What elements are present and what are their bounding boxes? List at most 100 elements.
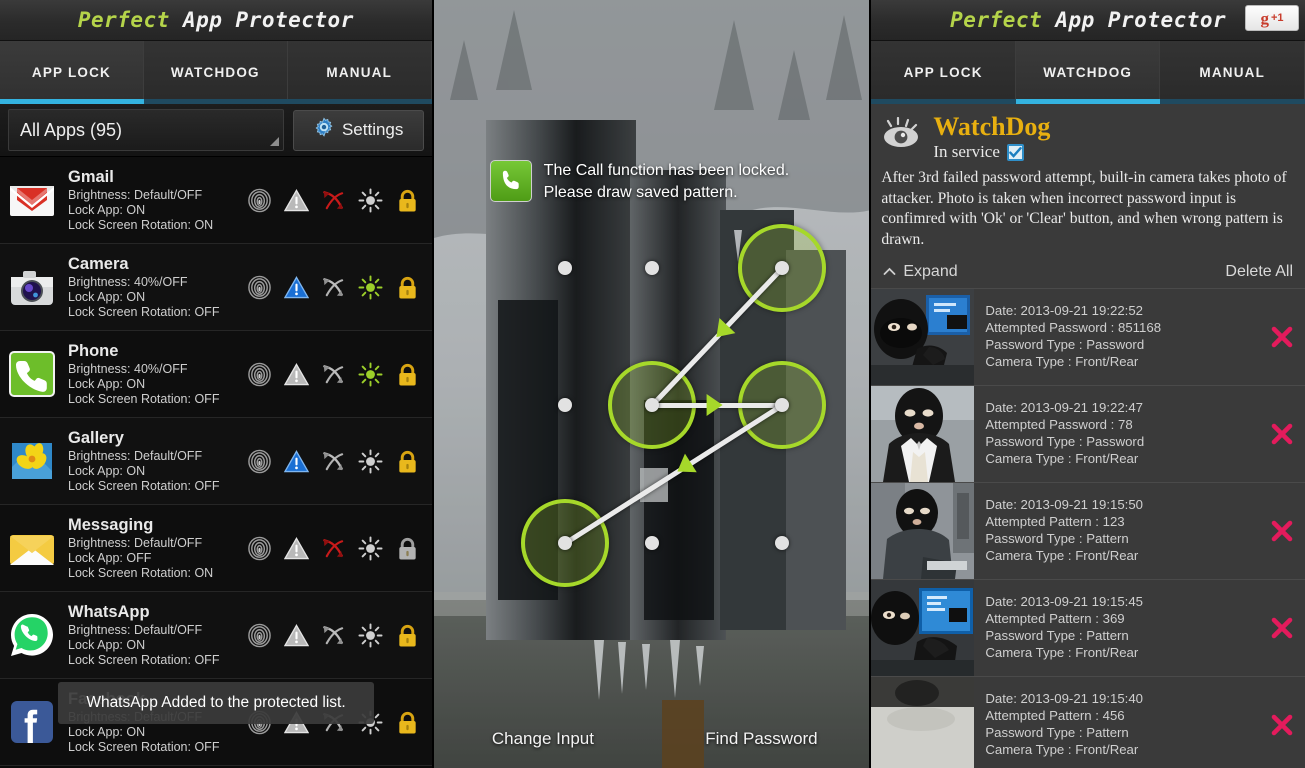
intruder-photo-thumbnail[interactable]: [871, 580, 975, 676]
fingerprint-toggle[interactable]: [247, 536, 272, 561]
app-list-row[interactable]: Gallery Brightness: Default/OFF Lock App…: [0, 418, 432, 505]
fingerprint-toggle[interactable]: [247, 623, 272, 648]
change-input-label: Change Input: [491, 729, 594, 748]
log-camera-type: Camera Type : Front/Rear: [985, 353, 1139, 369]
filter-bar: All Apps (95) Settings: [0, 104, 432, 157]
pattern-node[interactable]: [557, 398, 572, 412]
google-plus-one-button[interactable]: g +1: [1245, 5, 1300, 31]
watchdog-log-row[interactable]: Date: 2013-09-21 19:22:47 Attempted Pass…: [871, 385, 1305, 482]
watchdog-log-row[interactable]: Date: 2013-09-21 19:15:40 Attempted Patt…: [871, 676, 1305, 768]
watchdog-log-list[interactable]: Date: 2013-09-21 19:22:52 Attempted Pass…: [871, 288, 1305, 768]
expand-button[interactable]: Expand: [883, 263, 958, 281]
find-password-button[interactable]: Find Password: [652, 710, 869, 768]
brightness-toggle[interactable]: [358, 535, 383, 561]
watchdog-log-meta: Date: 2013-09-21 19:22:52 Attempted Pass…: [974, 303, 1269, 370]
app-lock-state: Lock App: ON: [68, 637, 146, 652]
tab-watchdog-2[interactable]: WATCHDOG: [1015, 41, 1161, 104]
fingerprint-toggle[interactable]: [247, 188, 272, 213]
watchdog-log-row[interactable]: Date: 2013-09-21 19:15:45 Attempted Patt…: [871, 579, 1305, 676]
watchdog-log-row[interactable]: Date: 2013-09-21 19:15:50 Attempted Patt…: [871, 482, 1305, 579]
tab-bar-app-lock: APP LOCK WATCHDOG MANUAL: [0, 41, 432, 104]
plus-one-count: +1: [1270, 12, 1284, 24]
lock-toggle[interactable]: [395, 623, 420, 648]
watchdog-service-checkbox[interactable]: [1006, 143, 1024, 161]
tab-manual[interactable]: MANUAL: [287, 41, 432, 104]
pattern-grid[interactable]: [434, 224, 870, 625]
rotation-toggle[interactable]: [321, 536, 346, 561]
brightness-toggle[interactable]: [358, 274, 383, 300]
lock-toggle[interactable]: [395, 362, 420, 387]
app-list-row[interactable]: Messaging Brightness: Default/OFF Lock A…: [0, 505, 432, 592]
pattern-node[interactable]: [644, 261, 659, 275]
app-list[interactable]: Gmail Brightness: Default/OFF Lock App: …: [0, 157, 432, 768]
lock-toggle[interactable]: [395, 536, 420, 561]
whatsapp-icon: [8, 611, 56, 659]
watchdog-log-row[interactable]: Date: 2013-09-21 19:22:52 Attempted Pass…: [871, 288, 1305, 385]
delete-log-button[interactable]: [1269, 423, 1295, 445]
intruder-photo-thumbnail[interactable]: [871, 289, 975, 385]
rotation-toggle[interactable]: [321, 362, 346, 387]
intruder-photo-thumbnail[interactable]: [871, 386, 975, 482]
rotation-toggle[interactable]: [321, 275, 346, 300]
warning-toggle[interactable]: [283, 275, 309, 300]
brightness-toggle[interactable]: [358, 448, 383, 474]
lock-toggle[interactable]: [395, 710, 420, 735]
lock-toggle[interactable]: [395, 449, 420, 474]
settings-button[interactable]: Settings: [292, 109, 424, 151]
intruder-photo-thumbnail[interactable]: [871, 677, 975, 768]
delete-all-button[interactable]: Delete All: [1225, 263, 1293, 281]
fingerprint-toggle[interactable]: [247, 449, 272, 474]
app-list-row[interactable]: Camera Brightness: 40%/OFF Lock App: ON …: [0, 244, 432, 331]
app-name: Gmail: [68, 167, 114, 186]
warning-triangle-icon: [283, 275, 309, 298]
tab-manual-2[interactable]: MANUAL: [1160, 41, 1305, 104]
app-list-row[interactable]: Gmail Brightness: Default/OFF Lock App: …: [0, 157, 432, 244]
app-rotation-state: Lock Screen Rotation: OFF: [68, 391, 220, 406]
rotation-toggle[interactable]: [321, 623, 346, 648]
lock-toggle[interactable]: [395, 275, 420, 300]
pattern-node[interactable]: [644, 398, 659, 412]
app-row-meta: Gmail Brightness: Default/OFF Lock App: …: [68, 168, 247, 233]
delete-log-button[interactable]: [1269, 714, 1295, 736]
fingerprint-toggle[interactable]: [247, 362, 272, 387]
app-row-toggles: [247, 535, 426, 561]
padlock-icon: [398, 537, 416, 560]
pattern-node[interactable]: [644, 536, 659, 550]
watchdog-service-row[interactable]: In service: [933, 142, 1050, 162]
pattern-node[interactable]: [557, 261, 572, 275]
log-attempt: Attempted Password : 851168: [985, 320, 1162, 336]
app-list-row[interactable]: WhatsApp Brightness: Default/OFF Lock Ap…: [0, 592, 432, 679]
tab-watchdog[interactable]: WATCHDOG: [143, 41, 288, 104]
change-input-button[interactable]: Change Input: [434, 710, 653, 768]
rotation-toggle[interactable]: [321, 188, 346, 213]
warning-toggle[interactable]: [283, 536, 309, 561]
lock-toggle[interactable]: [395, 188, 420, 213]
app-lock-state: Lock App: ON: [68, 289, 146, 304]
brightness-toggle[interactable]: [358, 187, 383, 213]
brightness-toggle[interactable]: [358, 622, 383, 648]
warning-toggle[interactable]: [283, 449, 309, 474]
close-icon: [1271, 617, 1293, 639]
delete-log-button[interactable]: [1269, 520, 1295, 542]
warning-toggle[interactable]: [283, 623, 309, 648]
rotation-lock-icon: [322, 190, 343, 209]
pattern-node[interactable]: [774, 261, 789, 275]
delete-log-button[interactable]: [1269, 617, 1295, 639]
rotation-toggle[interactable]: [321, 449, 346, 474]
pattern-node[interactable]: [557, 536, 572, 550]
warning-toggle[interactable]: [283, 362, 309, 387]
tab-app-lock-2[interactable]: APP LOCK: [871, 41, 1016, 104]
title-bar: Perfect App Protector: [0, 0, 432, 41]
pattern-node[interactable]: [774, 398, 789, 412]
panel-app-lock: Perfect App Protector APP LOCK WATCHDOG …: [0, 0, 432, 768]
brightness-toggle[interactable]: [358, 361, 383, 387]
tab-app-lock[interactable]: APP LOCK: [0, 41, 144, 104]
delete-log-button[interactable]: [1269, 326, 1295, 348]
warning-toggle[interactable]: [283, 188, 309, 213]
app-title-accent-2: Perfect: [950, 8, 1043, 32]
all-apps-spinner[interactable]: All Apps (95): [8, 109, 284, 151]
app-list-row[interactable]: Phone Brightness: 40%/OFF Lock App: ON L…: [0, 331, 432, 418]
pattern-node[interactable]: [774, 536, 789, 550]
intruder-photo-thumbnail[interactable]: [871, 483, 975, 579]
fingerprint-toggle[interactable]: [247, 275, 272, 300]
